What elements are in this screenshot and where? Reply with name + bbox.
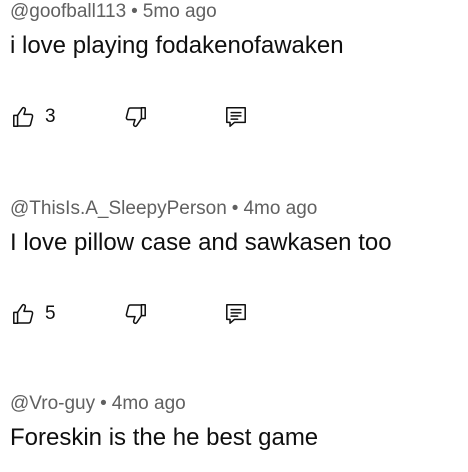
thumbs-down-icon (123, 104, 149, 130)
comment-meta: @goofball113 • 5mo ago (10, 0, 468, 28)
reply-comment-icon (223, 301, 249, 327)
meta-separator: • (100, 393, 107, 414)
comment-meta: @Vro-guy • 4mo ago (10, 392, 468, 420)
comment-item: @goofball113 • 5mo ago i love playing foda… (10, 0, 468, 133)
like-button[interactable]: 5 (10, 298, 56, 330)
thumbs-up-icon (10, 104, 36, 130)
comment-actions: 5 (10, 298, 468, 330)
comment-time[interactable]: 5mo ago (143, 1, 217, 22)
comment-time[interactable]: 4mo ago (112, 393, 186, 414)
like-button[interactable]: 3 (10, 101, 56, 133)
comment-text: I love pillow case and sawkasen too (10, 229, 392, 256)
like-count: 3 (45, 106, 56, 127)
meta-separator: • (131, 1, 138, 22)
comment-actions: 3 (10, 101, 468, 133)
comment-text: Foreskin is the he best game (10, 424, 319, 451)
comment-meta: @ThisIs.A_SleepyPerson • 4mo ago (10, 197, 468, 225)
comment-author[interactable]: @Vro-guy (10, 393, 95, 414)
dislike-button[interactable] (123, 298, 149, 330)
reply-button[interactable] (223, 101, 249, 133)
dislike-button[interactable] (123, 101, 149, 133)
thumbs-down-icon (123, 301, 149, 327)
comment-author[interactable]: @ThisIs.A_SleepyPerson (10, 198, 227, 219)
meta-separator: • (231, 198, 239, 219)
comment-item: @Vro-guy • 4mo ago Foreskin is the he best… (10, 392, 468, 453)
comment-author[interactable]: @goofball113 (10, 1, 126, 22)
comment-time[interactable]: 4mo ago (243, 198, 317, 219)
reply-button[interactable] (223, 298, 249, 330)
like-count: 5 (45, 303, 56, 324)
reply-comment-icon (223, 104, 249, 130)
thumbs-up-icon (10, 301, 36, 327)
comment-text: i love playing fodakenofawaken (10, 32, 344, 59)
comment-item: @ThisIs.A_SleepyPerson • 4mo ago I love pi… (10, 197, 468, 330)
